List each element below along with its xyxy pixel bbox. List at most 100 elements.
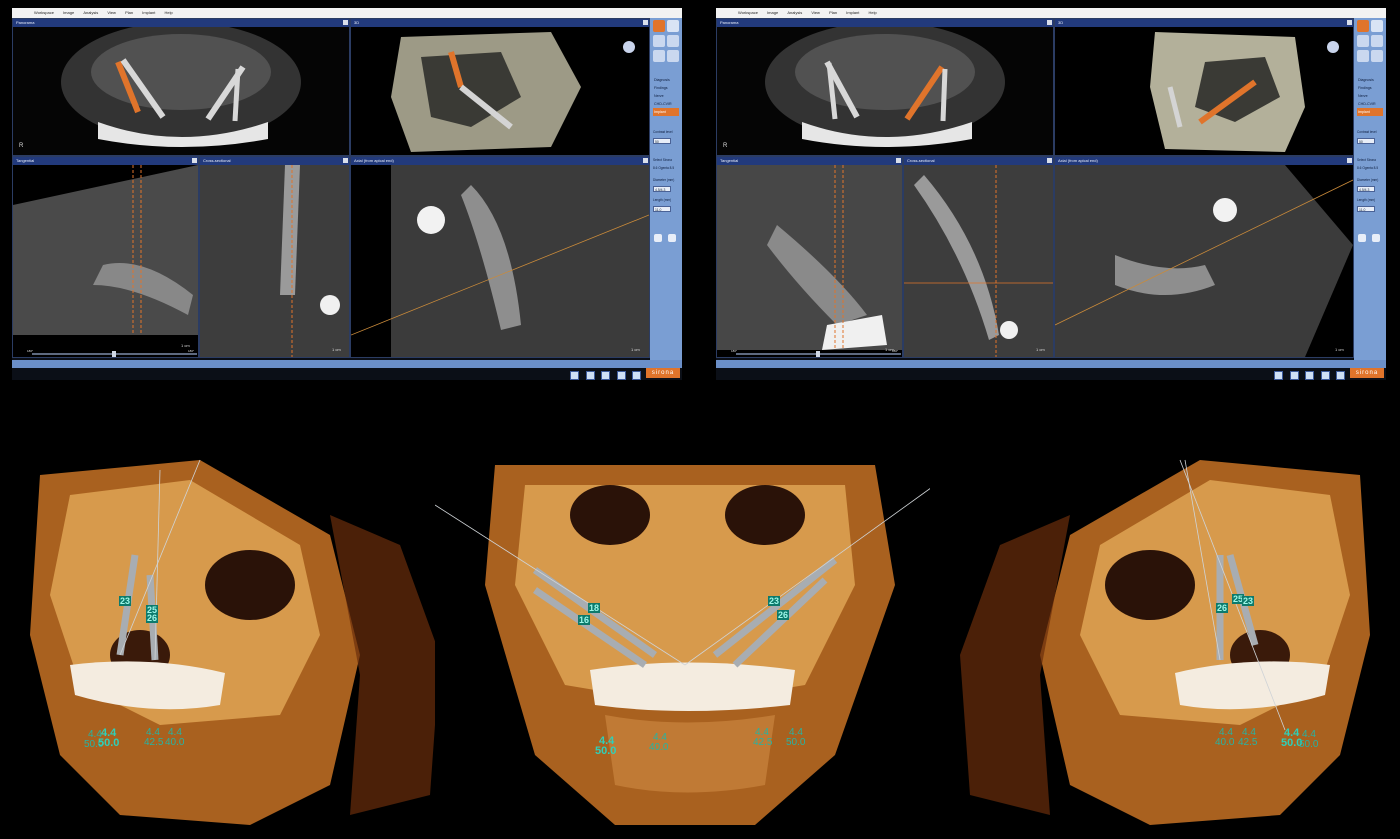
diameter-input[interactable]: 4.5/4.3	[1357, 186, 1375, 192]
nav-next-icon[interactable]	[601, 371, 611, 380]
nav-last-icon[interactable]	[1320, 371, 1330, 380]
panorama-view[interactable]: R	[717, 27, 1053, 155]
nav-first-icon[interactable]	[570, 371, 580, 380]
rotation-slider[interactable]	[32, 351, 197, 357]
list-item-diagnosis[interactable]: Diagnosis	[653, 76, 679, 84]
nav-next-icon[interactable]	[1305, 371, 1315, 380]
planning-window-right: Workspace Image Analysis View Plan Impla…	[716, 8, 1386, 380]
panorama-pane[interactable]: Panorama R	[12, 18, 350, 156]
menu-view[interactable]: View	[811, 8, 820, 18]
menu-analysis[interactable]: Analysis	[83, 8, 98, 18]
maximize-icon[interactable]	[192, 158, 197, 163]
nav-prev-icon[interactable]	[585, 371, 595, 380]
list-item-findings[interactable]: Findings	[1357, 84, 1383, 92]
axial-view[interactable]: 1 cm	[351, 165, 649, 357]
menu-workspace[interactable]: Workspace	[34, 8, 54, 18]
rotation-slider[interactable]	[736, 351, 901, 357]
menu-view[interactable]: View	[107, 8, 116, 18]
implant-length-label: 42.5	[1238, 737, 1258, 748]
slider-knob[interactable]	[112, 351, 116, 357]
vendor-value[interactable]: 8.6 Ogenta 8.5	[653, 166, 681, 170]
pointer-icon[interactable]	[1357, 20, 1369, 32]
axial-view[interactable]: 1 cm	[1055, 165, 1353, 357]
zoom-out-icon[interactable]	[653, 50, 665, 62]
rotate-icon[interactable]	[668, 234, 676, 242]
nav-refresh-icon[interactable]	[632, 371, 641, 380]
menu-image[interactable]: Image	[767, 8, 778, 18]
menu-help[interactable]: Help	[164, 8, 172, 18]
panorama-view[interactable]: R	[13, 27, 349, 155]
maximize-icon[interactable]	[1347, 158, 1352, 163]
list-item-diagnosis[interactable]: Diagnosis	[1357, 76, 1383, 84]
list-item-implant[interactable]: Implant	[1357, 108, 1383, 116]
menu-help[interactable]: Help	[868, 8, 876, 18]
menu-workspace[interactable]: Workspace	[738, 8, 758, 18]
nav-first-icon[interactable]	[1274, 371, 1284, 380]
nav-buttons	[1273, 368, 1346, 380]
implant-outline-icon[interactable]	[654, 234, 662, 242]
implant-length-label: 50.0	[1299, 739, 1319, 750]
list-item-nerve[interactable]: Nerve	[653, 92, 679, 100]
list-item-implant[interactable]: Implant	[653, 108, 679, 116]
diameter-input[interactable]: 4.5/4.3	[653, 186, 671, 192]
implant-tag: 26	[1216, 603, 1229, 613]
cross-sectional-view[interactable]: 1 cm	[904, 165, 1053, 357]
maximize-icon[interactable]	[643, 20, 648, 25]
menu-implant[interactable]: Implant	[142, 8, 155, 18]
menu-implant[interactable]: Implant	[846, 8, 859, 18]
zoom-in-icon[interactable]	[653, 35, 665, 47]
length-input[interactable]: 11.0	[1357, 206, 1375, 212]
tangential-slice-image: 1 cm	[13, 165, 198, 357]
pointer-icon[interactable]	[653, 20, 665, 32]
screenshot-icon[interactable]	[1371, 50, 1383, 62]
maximize-icon[interactable]	[343, 158, 348, 163]
menu-image[interactable]: Image	[63, 8, 74, 18]
menu-plan[interactable]: Plan	[125, 8, 133, 18]
axial-pane[interactable]: Axial (from apical end) 1 cm	[1054, 156, 1354, 358]
tangential-pane[interactable]: Tangential 1 cm	[12, 156, 199, 358]
zoom-out-icon[interactable]	[1357, 50, 1369, 62]
tangential-pane[interactable]: Tangential 1 cm	[716, 156, 903, 358]
contrast-input[interactable]: 50	[653, 138, 671, 144]
volume-3d-view[interactable]	[1055, 27, 1353, 155]
axial-pane[interactable]: Axial (from apical end) 1 cm	[350, 156, 650, 358]
panorama-pane[interactable]: Panorama R	[716, 18, 1054, 156]
maximize-icon[interactable]	[643, 158, 648, 163]
rotate-icon[interactable]	[1372, 234, 1380, 242]
window-level-icon[interactable]	[1371, 35, 1383, 47]
vendor-value[interactable]: 8.6 Ogenta 8.5	[1357, 166, 1385, 170]
cross-sectional-view[interactable]: 1 cm	[200, 165, 349, 357]
nav-last-icon[interactable]	[616, 371, 626, 380]
maximize-icon[interactable]	[1047, 158, 1052, 163]
contrast-input[interactable]: 50	[1357, 138, 1375, 144]
menu-plan[interactable]: Plan	[829, 8, 837, 18]
list-item-findings[interactable]: Findings	[653, 84, 679, 92]
hand-icon[interactable]	[667, 20, 679, 32]
screenshot-icon[interactable]	[667, 50, 679, 62]
view3d-pane[interactable]: 3D	[1054, 18, 1354, 156]
maximize-icon[interactable]	[343, 20, 348, 25]
implant-tag: 26	[146, 613, 159, 623]
view3d-pane[interactable]: 3D	[350, 18, 650, 156]
maximize-icon[interactable]	[1047, 20, 1052, 25]
nav-prev-icon[interactable]	[1289, 371, 1299, 380]
menu-analysis[interactable]: Analysis	[787, 8, 802, 18]
cross-sectional-pane[interactable]: Cross-sectional 1 cm	[199, 156, 350, 358]
cross-sectional-pane[interactable]: Cross-sectional 1 cm	[903, 156, 1054, 358]
hand-icon[interactable]	[1371, 20, 1383, 32]
list-item-nerve[interactable]: Nerve	[1357, 92, 1383, 100]
list-item-chd[interactable]: CHD-CVIR	[653, 100, 679, 108]
tangential-view[interactable]: 1 cm	[13, 165, 198, 357]
view-tabs: Panorama Tangential-Adjusted VRP-Analysi…	[12, 360, 114, 376]
slider-knob[interactable]	[816, 351, 820, 357]
list-item-chd[interactable]: CHD-CVIR	[1357, 100, 1383, 108]
nav-refresh-icon[interactable]	[1336, 371, 1345, 380]
tangential-view[interactable]: 1 cm	[717, 165, 902, 357]
implant-outline-icon[interactable]	[1358, 234, 1366, 242]
volume-3d-view[interactable]	[351, 27, 649, 155]
length-input[interactable]: 11.0	[653, 206, 671, 212]
maximize-icon[interactable]	[1347, 20, 1352, 25]
maximize-icon[interactable]	[896, 158, 901, 163]
window-level-icon[interactable]	[667, 35, 679, 47]
zoom-in-icon[interactable]	[1357, 35, 1369, 47]
